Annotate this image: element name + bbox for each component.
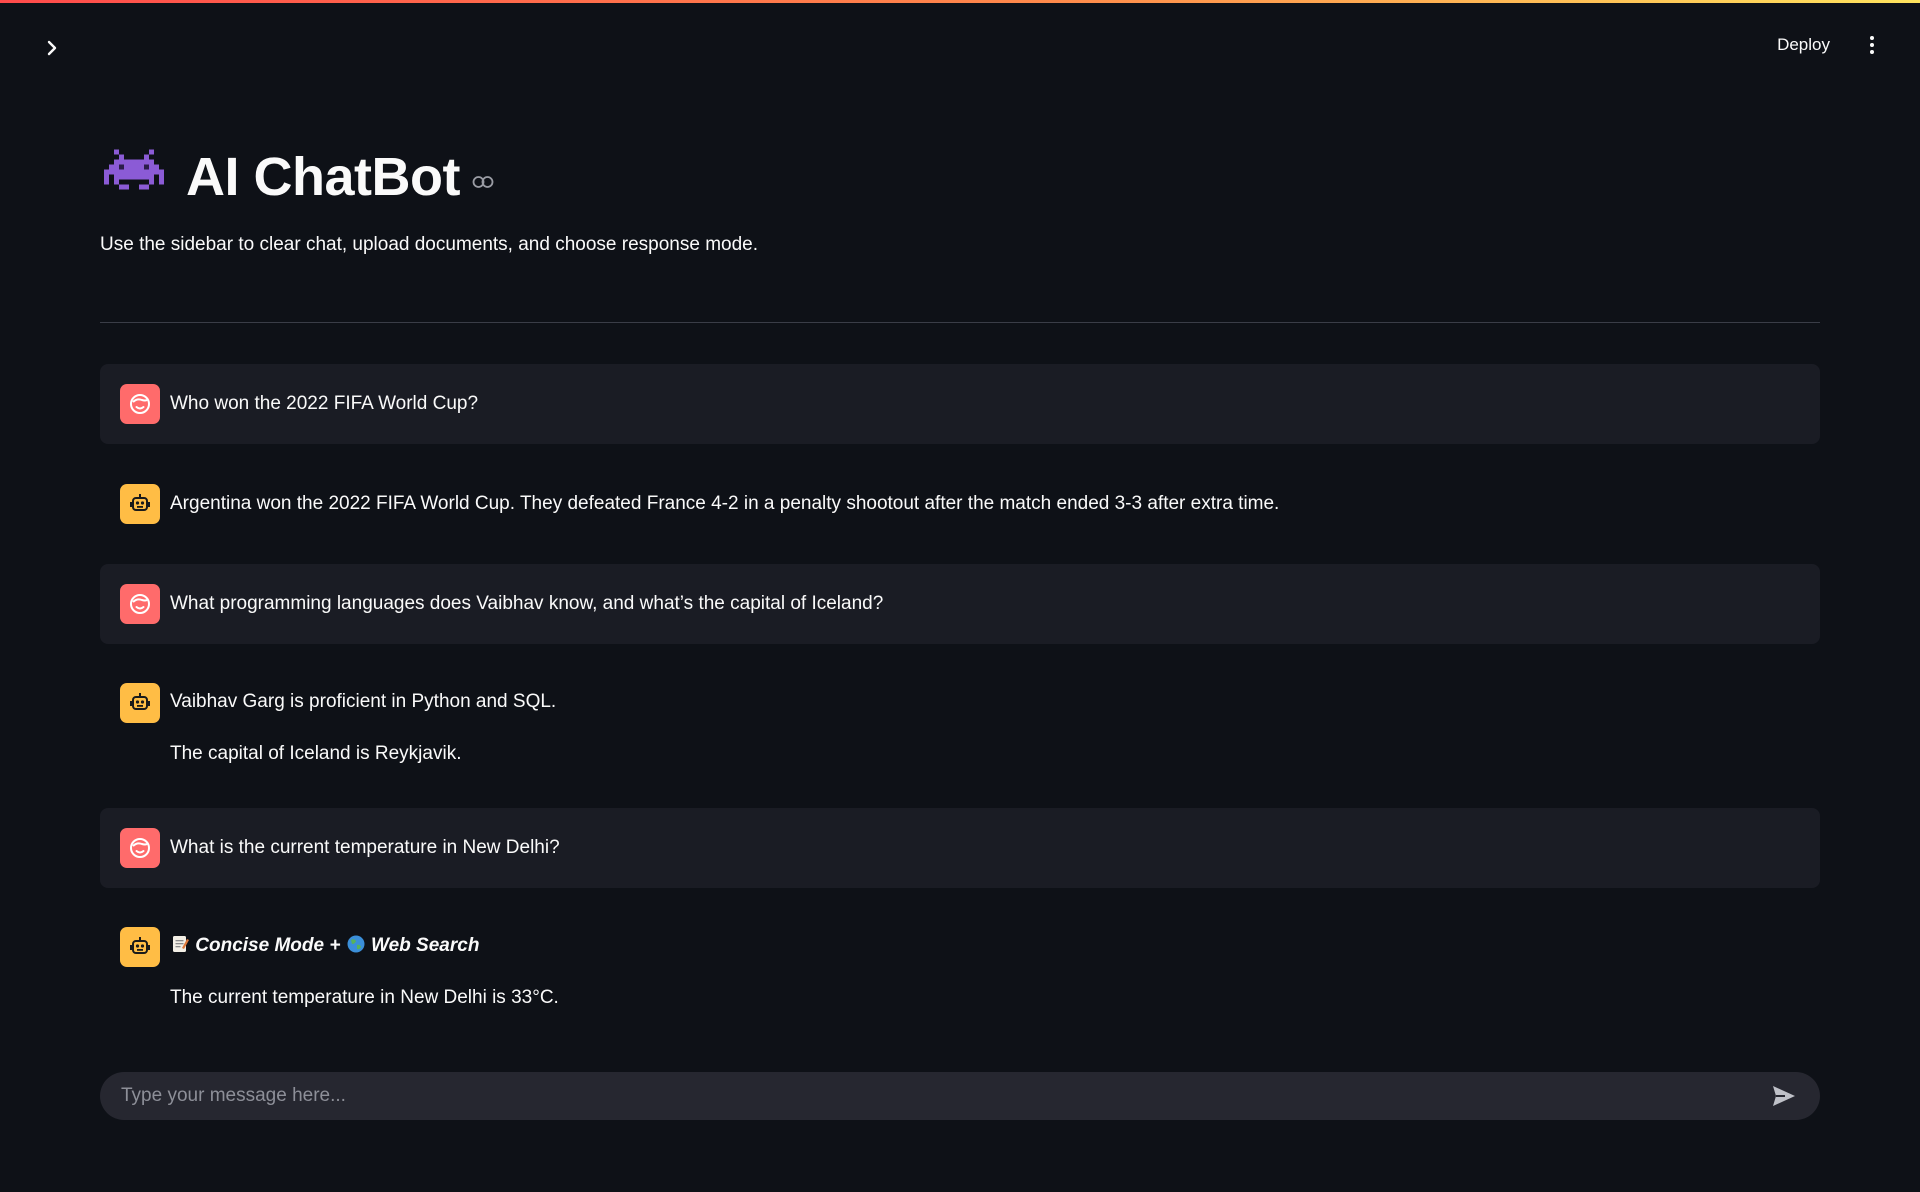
- message-content: Argentina won the 2022 FIFA World Cup. T…: [170, 491, 1279, 517]
- user-avatar: [120, 828, 160, 868]
- message-text: The current temperature in New Delhi is …: [170, 987, 559, 1008]
- link-icon[interactable]: [472, 175, 494, 194]
- message-content: What programming languages does Vaibhav …: [170, 591, 883, 617]
- chat-message-assistant: Concise Mode + Web Search The current te…: [100, 927, 1820, 1027]
- message-text: What programming languages does Vaibhav …: [170, 593, 884, 614]
- send-button[interactable]: [1770, 1082, 1798, 1110]
- robot-icon: [130, 494, 150, 511]
- menu-dot: [1870, 50, 1874, 54]
- user-face-icon: [130, 838, 150, 858]
- chat-input-container: [100, 1072, 1820, 1120]
- menu-dot: [1870, 43, 1874, 47]
- web-search-label: Web Search: [371, 935, 480, 956]
- main-menu-button[interactable]: [1862, 30, 1882, 60]
- message-content: Concise Mode + Web Search The current te…: [170, 927, 559, 1011]
- message-text: Who won the 2022 FIFA World Cup?: [170, 393, 479, 414]
- user-avatar: [120, 384, 160, 424]
- assistant-avatar: [120, 683, 160, 723]
- header-toolbar: Deploy: [1771, 30, 1882, 60]
- message-text: Argentina won the 2022 FIFA World Cup. T…: [170, 493, 1280, 514]
- page-title: AI ChatBot: [186, 147, 460, 207]
- chat-message-assistant: Argentina won the 2022 FIFA World Cup. T…: [100, 464, 1820, 544]
- concise-mode-label: Concise Mode +: [195, 935, 341, 956]
- chat-input[interactable]: [121, 1085, 1770, 1107]
- user-avatar: [120, 584, 160, 624]
- divider: [100, 322, 1820, 323]
- chat-message-user: What is the current temperature in New D…: [100, 808, 1820, 888]
- chat-message-assistant: Vaibhav Garg is proficient in Python and…: [100, 683, 1820, 783]
- page-subtitle: Use the sidebar to clear chat, upload do…: [100, 234, 759, 255]
- response-mode-line: Concise Mode + Web Search: [170, 933, 559, 959]
- message-text: The capital of Iceland is Reykjavik.: [170, 743, 462, 764]
- message-content: Vaibhav Garg is proficient in Python and…: [170, 683, 556, 767]
- robot-icon: [130, 937, 150, 954]
- assistant-avatar: [120, 484, 160, 524]
- memo-icon: [170, 935, 195, 956]
- message-content: Who won the 2022 FIFA World Cup?: [170, 391, 478, 417]
- user-face-icon: [130, 394, 150, 414]
- deploy-button[interactable]: Deploy: [1771, 31, 1836, 59]
- assistant-avatar: [120, 927, 160, 967]
- chevron-right-icon: [47, 40, 57, 56]
- message-text: What is the current temperature in New D…: [170, 837, 560, 858]
- robot-icon: [130, 693, 150, 710]
- chat-message-user: What programming languages does Vaibhav …: [100, 564, 1820, 644]
- chat-message-user: Who won the 2022 FIFA World Cup?: [100, 364, 1820, 444]
- sidebar-expand-button[interactable]: [40, 36, 64, 60]
- title-row: AI ChatBot: [104, 146, 494, 208]
- message-text: Vaibhav Garg is proficient in Python and…: [170, 691, 557, 712]
- message-content: What is the current temperature in New D…: [170, 835, 560, 861]
- send-icon: [1773, 1086, 1795, 1106]
- globe-icon: [346, 935, 371, 956]
- top-decoration-bar: [0, 0, 1920, 3]
- more-vertical-icon: [1870, 36, 1874, 40]
- alien-monster-icon: [104, 149, 164, 205]
- user-face-icon: [130, 594, 150, 614]
